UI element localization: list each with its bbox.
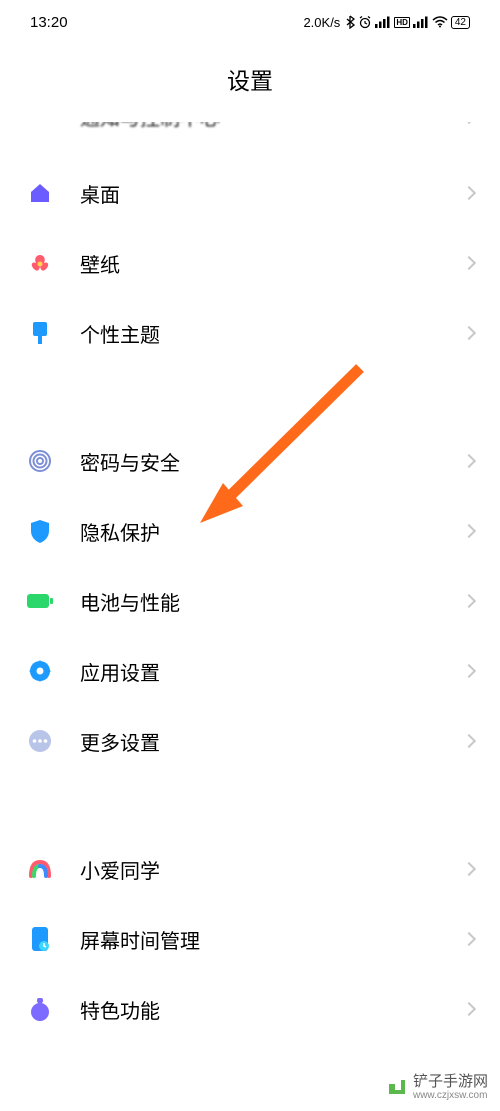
chevron-icon	[462, 524, 476, 538]
chevron-icon	[462, 594, 476, 608]
signal-icon-2	[413, 16, 429, 28]
notification-icon	[26, 122, 54, 131]
screen-time-icon	[26, 925, 54, 953]
list-item-theme[interactable]: 个性主题	[26, 298, 474, 368]
item-label: 桌面	[80, 179, 464, 208]
watermark-logo-icon	[385, 1076, 407, 1098]
list-item-privacy[interactable]: 隐私保护	[26, 496, 474, 566]
item-label: 隐私保护	[80, 517, 464, 546]
special-icon	[26, 995, 54, 1023]
watermark-brand: 铲子手游网	[413, 1074, 488, 1091]
item-label: 密码与安全	[80, 447, 464, 476]
item-label: 电池与性能	[80, 587, 464, 616]
battery-indicator: 42	[451, 16, 470, 29]
chevron-icon	[462, 734, 476, 748]
page-header: 设置	[0, 44, 500, 122]
chevron-icon	[462, 326, 476, 340]
battery-icon	[26, 587, 54, 615]
list-item-more[interactable]: 更多设置	[26, 706, 474, 776]
signal-icon	[375, 16, 391, 28]
item-label: 屏幕时间管理	[80, 925, 464, 954]
theme-icon	[26, 319, 54, 347]
hd-icon: HD	[394, 17, 410, 28]
chevron-icon	[462, 186, 476, 200]
bluetooth-icon	[345, 15, 355, 29]
chevron-icon	[462, 862, 476, 876]
item-label: 通知与控制中心	[80, 122, 464, 131]
list-item-wallpaper[interactable]: 壁纸	[26, 228, 474, 298]
item-label: 小爱同学	[80, 855, 464, 884]
list-item-desktop[interactable]: 桌面	[26, 158, 474, 228]
list-item-app-settings[interactable]: 应用设置	[26, 636, 474, 706]
fingerprint-icon	[26, 447, 54, 475]
chevron-icon	[462, 1002, 476, 1016]
home-icon	[26, 179, 54, 207]
item-label: 个性主题	[80, 319, 464, 348]
status-right: 2.0K/s HD 42	[303, 15, 470, 30]
chevron-icon	[462, 256, 476, 270]
chevron-icon	[462, 664, 476, 678]
list-item-password-security[interactable]: 密码与安全	[26, 426, 474, 496]
item-label: 壁纸	[80, 249, 464, 278]
network-speed: 2.0K/s	[303, 15, 340, 30]
wallpaper-icon	[26, 249, 54, 277]
item-label: 应用设置	[80, 657, 464, 686]
shield-icon	[26, 517, 54, 545]
chevron-icon	[462, 932, 476, 946]
alarm-icon	[358, 15, 372, 29]
status-icons: HD 42	[345, 15, 470, 29]
item-label: 更多设置	[80, 727, 464, 756]
list-item-xiaoai[interactable]: 小爱同学	[26, 834, 474, 904]
chevron-icon	[462, 454, 476, 468]
more-icon	[26, 727, 54, 755]
list-item-special[interactable]: 特色功能	[26, 974, 474, 1044]
list-item-partial[interactable]: 通知与控制中心	[26, 122, 474, 152]
status-bar: 13:20 2.0K/s HD 42	[0, 0, 500, 44]
status-time: 13:20	[30, 14, 68, 31]
gear-icon	[26, 657, 54, 685]
watermark-url: www.czjxsw.com	[413, 1090, 488, 1101]
page-title: 设置	[0, 62, 500, 96]
settings-list: 通知与控制中心 桌面 壁纸 个性主题 密码与安全	[0, 122, 500, 1044]
wifi-icon	[432, 16, 448, 28]
list-item-battery[interactable]: 电池与性能	[26, 566, 474, 636]
list-item-screen-time[interactable]: 屏幕时间管理	[26, 904, 474, 974]
item-label: 特色功能	[80, 995, 464, 1024]
watermark: 铲子手游网 www.czjxsw.com	[381, 1072, 492, 1104]
xiaoai-icon	[26, 855, 54, 883]
